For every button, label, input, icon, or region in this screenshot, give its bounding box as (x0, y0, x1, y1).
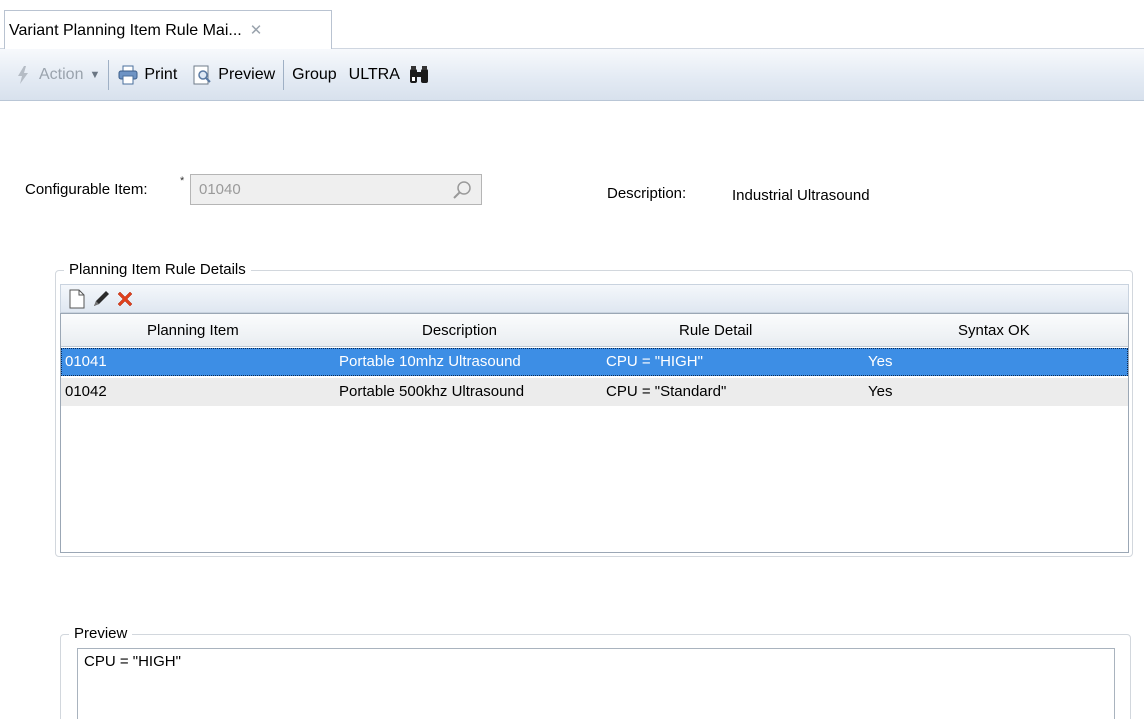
cell-rule-detail: CPU = "HIGH" (606, 353, 703, 370)
configurable-item-field[interactable]: 01040 (190, 174, 482, 205)
close-icon[interactable]: ✕ (250, 23, 263, 38)
toolbar: Action ▼ Print Preview Group ULTRA (0, 49, 1144, 101)
cell-syntax-ok: Yes (868, 353, 893, 370)
cell-description: Portable 10mhz Ultrasound (339, 353, 521, 370)
group-value: ULTRA (348, 65, 400, 83)
group-display: Group ULTRA (292, 59, 435, 91)
pencil-icon[interactable] (89, 287, 113, 311)
preview-icon (191, 64, 213, 86)
column-header-syntax-ok[interactable]: Syntax OK (958, 322, 1030, 339)
delete-icon[interactable] (113, 287, 137, 311)
search-icon[interactable] (451, 179, 473, 201)
column-header-rule-detail[interactable]: Rule Detail (679, 322, 752, 339)
grid-header: Planning Item Description Rule Detail Sy… (61, 314, 1128, 347)
toolbar-separator (283, 59, 285, 90)
configurable-item-label: Configurable Item: (25, 181, 148, 198)
cell-planning-item: 01042 (65, 383, 107, 400)
column-header-planning-item[interactable]: Planning Item (147, 322, 239, 339)
lightning-icon (12, 64, 34, 86)
new-document-icon[interactable] (65, 287, 89, 311)
action-label: Action (39, 65, 84, 83)
tab-strip: Variant Planning Item Rule Mai... ✕ (0, 0, 1144, 50)
column-header-description[interactable]: Description (422, 322, 497, 339)
cell-syntax-ok: Yes (868, 383, 893, 400)
binoculars-icon[interactable] (408, 64, 430, 86)
grid-toolbar (60, 284, 1129, 313)
preview-textbox[interactable]: CPU = "HIGH" (77, 648, 1115, 719)
print-button[interactable]: Print (117, 59, 177, 91)
print-label: Print (144, 65, 178, 83)
printer-icon (117, 64, 139, 86)
required-marker: * (180, 175, 185, 187)
preview-button[interactable]: Preview (191, 59, 275, 91)
cell-description: Portable 500khz Ultrasound (339, 383, 525, 400)
toolbar-separator (108, 59, 110, 90)
description-label: Description: (607, 185, 687, 202)
chevron-down-icon: ▼ (89, 68, 101, 81)
table-row[interactable]: 01041 Portable 10mhz Ultrasound CPU = "H… (61, 348, 1128, 376)
description-value: Industrial Ultrasound (732, 187, 870, 204)
group-label: Group (292, 65, 337, 83)
rule-details-legend: Planning Item Rule Details (64, 261, 251, 278)
cell-rule-detail: CPU = "Standard" (606, 383, 727, 400)
configurable-item-value: 01040 (199, 181, 241, 198)
cell-planning-item: 01041 (65, 353, 107, 370)
preview-label: Preview (218, 65, 276, 83)
document-tab[interactable]: Variant Planning Item Rule Mai... ✕ (4, 10, 332, 50)
rules-grid: Planning Item Description Rule Detail Sy… (60, 313, 1129, 553)
preview-legend: Preview (69, 625, 133, 642)
document-tab-title: Variant Planning Item Rule Mai... (9, 21, 242, 39)
action-button[interactable]: Action ▼ (12, 59, 100, 91)
app-window: Variant Planning Item Rule Mai... ✕ Acti… (0, 0, 1144, 719)
table-row[interactable]: 01042 Portable 500khz Ultrasound CPU = "… (61, 378, 1128, 406)
